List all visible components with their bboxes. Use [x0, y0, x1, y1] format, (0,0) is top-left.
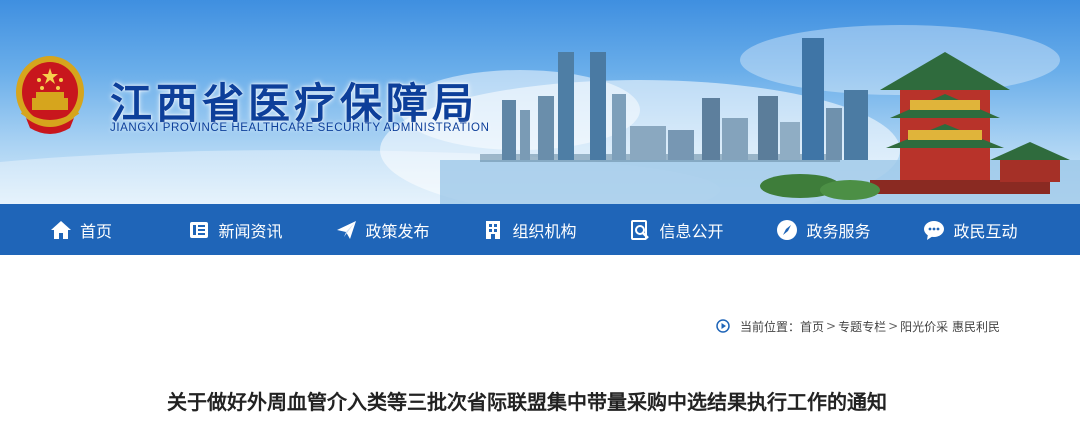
nav-item-organization[interactable]: 组织机构: [456, 204, 603, 255]
search-document-icon: [629, 219, 651, 241]
cityscape-illustration: [440, 38, 1080, 204]
breadcrumb-prefix: 当前位置：: [740, 319, 801, 334]
breadcrumb-link-home[interactable]: 首页: [800, 318, 824, 335]
nav-item-news[interactable]: 新闻资讯: [162, 204, 309, 255]
nav-label-disclosure: 信息公开: [659, 221, 724, 241]
nav-label-organization: 组织机构: [512, 221, 577, 241]
breadcrumb-separator: >: [826, 319, 837, 333]
nav-label-policy: 政策发布: [365, 221, 430, 241]
breadcrumb-link-current[interactable]: 阳光价采 惠民利民: [900, 318, 1000, 335]
article-title: 关于做好外周血管介入类等三批次省际联盟集中带量采购中选结果执行工作的通知: [167, 390, 887, 414]
header-banner: 江西省医疗保障局 JIANGXI PROVINCE HEALTHCARE SEC…: [0, 0, 1080, 204]
nav-label-services: 政务服务: [806, 221, 871, 241]
nav-item-interaction[interactable]: 政民互动: [897, 204, 1044, 255]
compass-icon: [776, 219, 798, 241]
paper-plane-icon: [335, 219, 357, 241]
nav-item-home[interactable]: 首页: [42, 204, 162, 255]
chat-icon: [923, 219, 945, 241]
national-emblem-icon: [16, 56, 84, 134]
nav-item-policy[interactable]: 政策发布: [309, 204, 456, 255]
breadcrumb-link-topics[interactable]: 专题专栏: [838, 318, 886, 335]
news-icon: [188, 219, 210, 241]
breadcrumb: 当前位置： 首页 > 专题专栏 > 阳光价采 惠民利民: [716, 317, 1000, 335]
building-icon: [482, 219, 504, 241]
nav-label-interaction: 政民互动: [953, 221, 1018, 241]
home-icon: [50, 219, 72, 241]
main-nav: 首页 新闻资讯 政策发布 组织机构 信息公开 政务服务 政民互动: [0, 204, 1080, 255]
nav-label-home: 首页: [80, 221, 113, 241]
breadcrumb-separator: >: [888, 319, 899, 333]
location-icon: [716, 319, 730, 333]
nav-label-news: 新闻资讯: [218, 221, 283, 241]
nav-item-disclosure[interactable]: 信息公开: [603, 204, 750, 255]
site-subtitle: JIANGXI PROVINCE HEALTHCARE SECURITY ADM…: [110, 122, 490, 134]
nav-item-services[interactable]: 政务服务: [750, 204, 897, 255]
